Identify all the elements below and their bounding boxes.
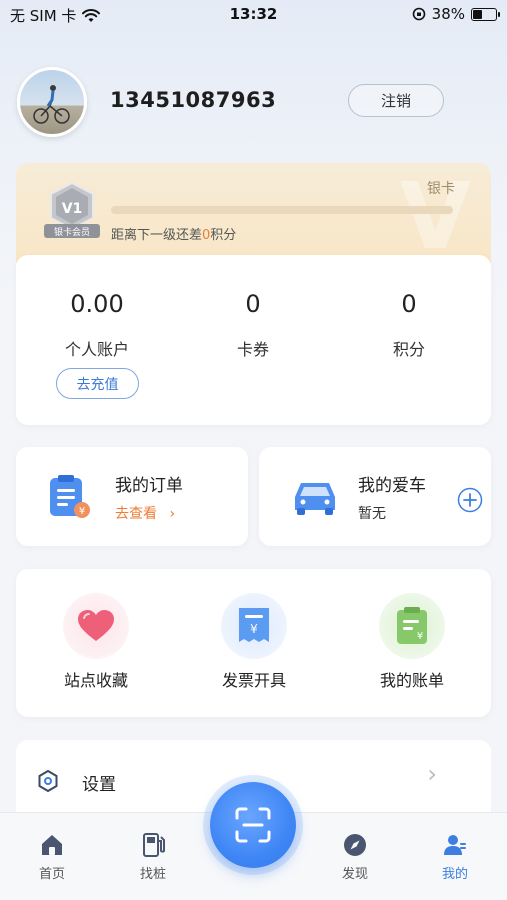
- heart-icon: [63, 593, 129, 659]
- orientation-lock-icon: [412, 7, 425, 21]
- account-summary-card: 0.00 个人账户 0 卡券 0 积分 去充值: [16, 255, 491, 425]
- svg-text:¥: ¥: [79, 506, 85, 517]
- tab-label: 找桩: [139, 867, 166, 882]
- tools-card: 站点收藏 ¥ 发票开具 ¥ 我的账单: [16, 569, 491, 717]
- level-progress-track: [111, 206, 453, 214]
- stat-label: 积分: [392, 340, 425, 359]
- order-clipboard-icon: ¥: [50, 475, 90, 518]
- charging-station-icon: [113, 831, 193, 859]
- battery-icon: [471, 7, 500, 21]
- tab-label: 发现: [341, 867, 368, 882]
- bill-icon: ¥: [379, 593, 445, 659]
- tab-discover[interactable]: 发现: [315, 831, 395, 882]
- tab-label: 首页: [38, 867, 65, 882]
- stat-label: 卡券: [236, 340, 269, 359]
- member-level-card[interactable]: V V1 银卡会员 银卡 距离下一级还差0积分: [16, 163, 491, 263]
- tool-station-favorites[interactable]: 站点收藏: [26, 593, 166, 691]
- my-orders-card[interactable]: ¥ 我的订单 去查看 ›: [16, 447, 248, 546]
- avatar-cyclist-image: [33, 85, 70, 124]
- car-icon: [295, 483, 335, 515]
- svg-text:¥: ¥: [417, 631, 423, 642]
- badge-label-text: 银卡会员: [54, 226, 90, 238]
- logout-button[interactable]: 注销: [348, 84, 444, 117]
- svg-text:¥: ¥: [250, 622, 258, 636]
- tool-my-bill[interactable]: ¥ 我的账单: [342, 593, 482, 691]
- tool-label: 站点收藏: [63, 671, 128, 690]
- settings-icon: [38, 770, 58, 792]
- settings-label: 设置: [82, 775, 116, 795]
- tab-home[interactable]: 首页: [12, 831, 92, 882]
- stat-value: 0.00: [70, 290, 124, 318]
- orders-view-text: 去查看: [115, 506, 157, 522]
- car-title: 我的爱车: [358, 476, 426, 496]
- battery-percent: 38%: [431, 5, 465, 23]
- tab-label: 我的: [441, 867, 468, 882]
- stat-value: 0: [245, 290, 261, 318]
- stat-coupons[interactable]: 0 卡券: [173, 290, 333, 360]
- scan-icon: [235, 807, 271, 843]
- recharge-button[interactable]: 去充值: [56, 368, 139, 399]
- orders-view-link[interactable]: 去查看 ›: [115, 503, 175, 523]
- level-tip-suffix: 积分: [210, 228, 237, 243]
- member-level-name: 银卡: [427, 181, 455, 197]
- compass-icon: [315, 831, 395, 859]
- scan-button[interactable]: [210, 782, 296, 868]
- chevron-right-icon: ›: [169, 506, 176, 522]
- tool-label: 我的账单: [379, 671, 444, 690]
- user-icon: [415, 831, 495, 859]
- invoice-icon: ¥: [221, 593, 287, 659]
- stat-value: 0: [401, 290, 417, 318]
- status-bar: 无 SIM 卡 13:32 38%: [0, 0, 507, 30]
- add-car-icon[interactable]: [457, 487, 483, 513]
- home-icon: [12, 831, 92, 859]
- level-upgrade-tip: 距离下一级还差0积分: [111, 224, 236, 243]
- battery-fill: [473, 9, 483, 19]
- avatar[interactable]: [17, 67, 87, 137]
- status-right-group: 38%: [412, 5, 500, 23]
- tab-mine[interactable]: 我的: [415, 831, 495, 882]
- stat-label: 个人账户: [64, 340, 129, 359]
- chevron-right-icon: ›: [427, 760, 437, 788]
- tab-find-charger[interactable]: 找桩: [113, 831, 193, 882]
- level-tip-prefix: 距离下一级还差: [111, 228, 203, 243]
- stat-personal-account[interactable]: 0.00 个人账户: [17, 290, 177, 360]
- my-car-card[interactable]: 我的爱车 暂无: [259, 447, 491, 546]
- silver-member-badge-icon: V1 银卡会员: [44, 181, 100, 238]
- user-phone-number: 13451087963: [110, 88, 277, 112]
- badge-level-text: V1: [62, 201, 83, 217]
- tool-label: 发票开具: [221, 671, 286, 690]
- orders-title: 我的订单: [115, 476, 183, 496]
- car-status: 暂无: [358, 506, 386, 522]
- stat-points[interactable]: 0 积分: [329, 290, 489, 360]
- tool-invoice[interactable]: ¥ 发票开具: [184, 593, 324, 691]
